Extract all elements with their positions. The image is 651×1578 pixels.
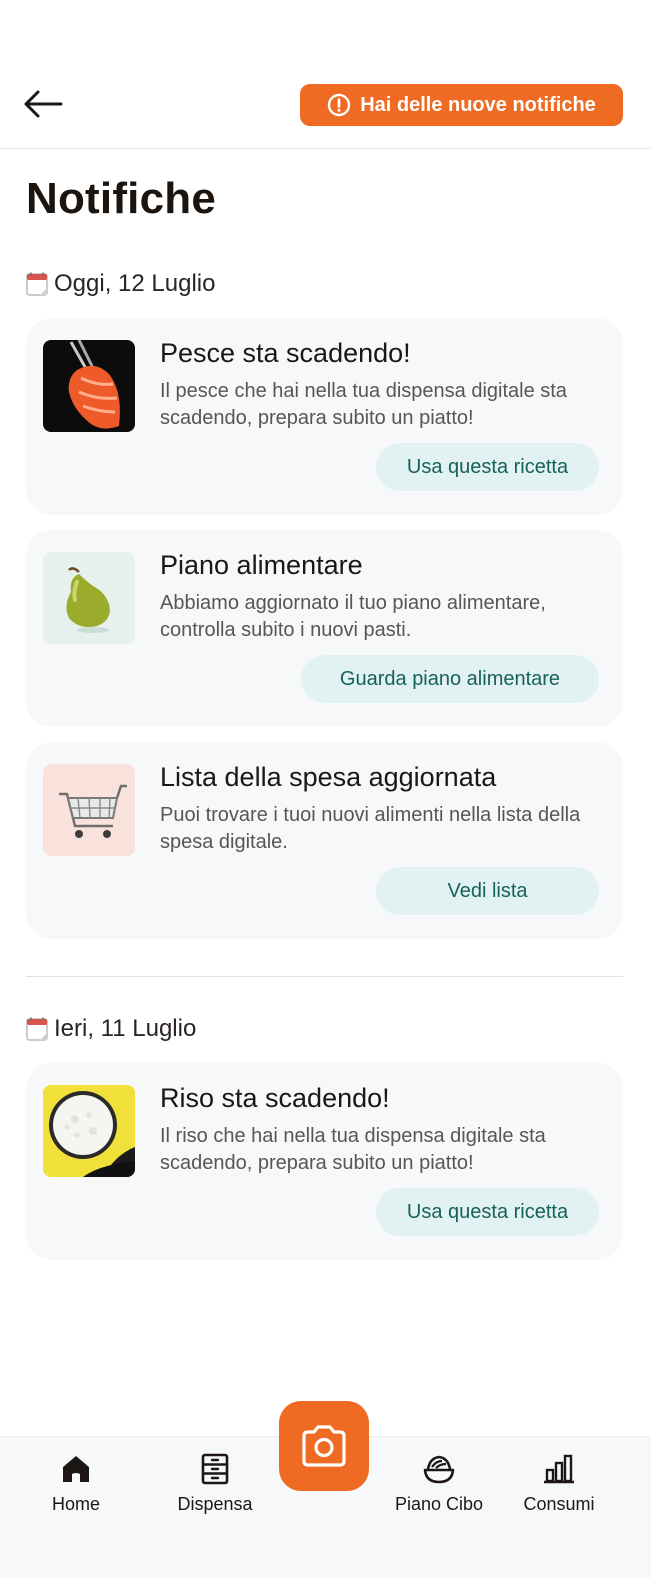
rice-bowl-image [43, 1085, 135, 1177]
tab-label: Consumi [523, 1494, 595, 1514]
calendar-icon [26, 1017, 48, 1041]
notification-title: Lista della spesa aggiornata [160, 762, 497, 792]
use-recipe-button[interactable]: Usa questa ricetta [376, 1188, 599, 1236]
notification-card: Lista della spesa aggiornata Puoi trovar… [26, 742, 623, 939]
tab-label: Home [51, 1494, 100, 1514]
notification-title: Pesce sta scadendo! [160, 338, 411, 368]
top-bar: Hai delle nuove notifiche [0, 0, 651, 149]
bar-chart-icon [544, 1454, 574, 1484]
tab-consumi[interactable]: Consumi [504, 1452, 614, 1515]
pear-image [43, 552, 135, 644]
date-heading-yesterday: Ieri, 11 Luglio [26, 1015, 196, 1043]
date-label: Ieri, 11 Luglio [54, 1015, 197, 1042]
use-recipe-button[interactable]: Usa questa ricetta [376, 443, 599, 491]
date-label: Oggi, 12 Luglio [54, 270, 216, 297]
notification-title: Piano alimentare [160, 550, 363, 580]
new-notifications-banner[interactable]: Hai delle nuove notifiche [300, 84, 623, 126]
notification-card: Piano alimentare Abbiamo aggiornato il t… [26, 530, 623, 727]
notification-description: Puoi trovare i tuoi nuovi alimenti nella… [160, 804, 581, 853]
alert-circle-icon [327, 93, 351, 117]
notification-banner-label: Hai delle nuove notifiche [360, 93, 596, 116]
arrow-left-icon [24, 90, 63, 118]
shopping-cart-image [43, 764, 135, 856]
page-title: Notifiche [26, 174, 217, 223]
cabinet-icon [201, 1453, 229, 1485]
date-heading-today: Oggi, 12 Luglio [26, 270, 215, 298]
notification-description: Il pesce che hai nella tua dispensa digi… [160, 380, 567, 429]
notification-description: Abbiamo aggiornato il tuo piano alimenta… [160, 592, 546, 641]
camera-button[interactable] [279, 1401, 369, 1491]
bowl-icon [423, 1455, 455, 1484]
camera-icon [302, 1425, 346, 1467]
tab-piano-cibo[interactable]: Piano Cibo [384, 1452, 494, 1515]
notification-card: Riso sta scadendo! Il riso che hai nella… [26, 1063, 623, 1260]
tab-dispensa[interactable]: Dispensa [160, 1452, 270, 1515]
notification-description: Il riso che hai nella tua dispensa digit… [160, 1125, 546, 1174]
back-button[interactable] [20, 84, 66, 124]
home-icon [63, 1456, 89, 1482]
section-divider [26, 976, 623, 977]
tab-label: Piano Cibo [394, 1494, 484, 1514]
notification-title: Riso sta scadendo! [160, 1083, 390, 1113]
view-meal-plan-button[interactable]: Guarda piano alimentare [301, 655, 599, 703]
view-list-button[interactable]: Vedi lista [376, 867, 599, 915]
tab-home[interactable]: Home [21, 1452, 131, 1515]
tab-label: Dispensa [177, 1494, 253, 1514]
notification-card: Pesce sta scadendo! Il pesce che hai nel… [26, 318, 623, 515]
salmon-image [43, 340, 135, 432]
calendar-icon [26, 272, 48, 296]
